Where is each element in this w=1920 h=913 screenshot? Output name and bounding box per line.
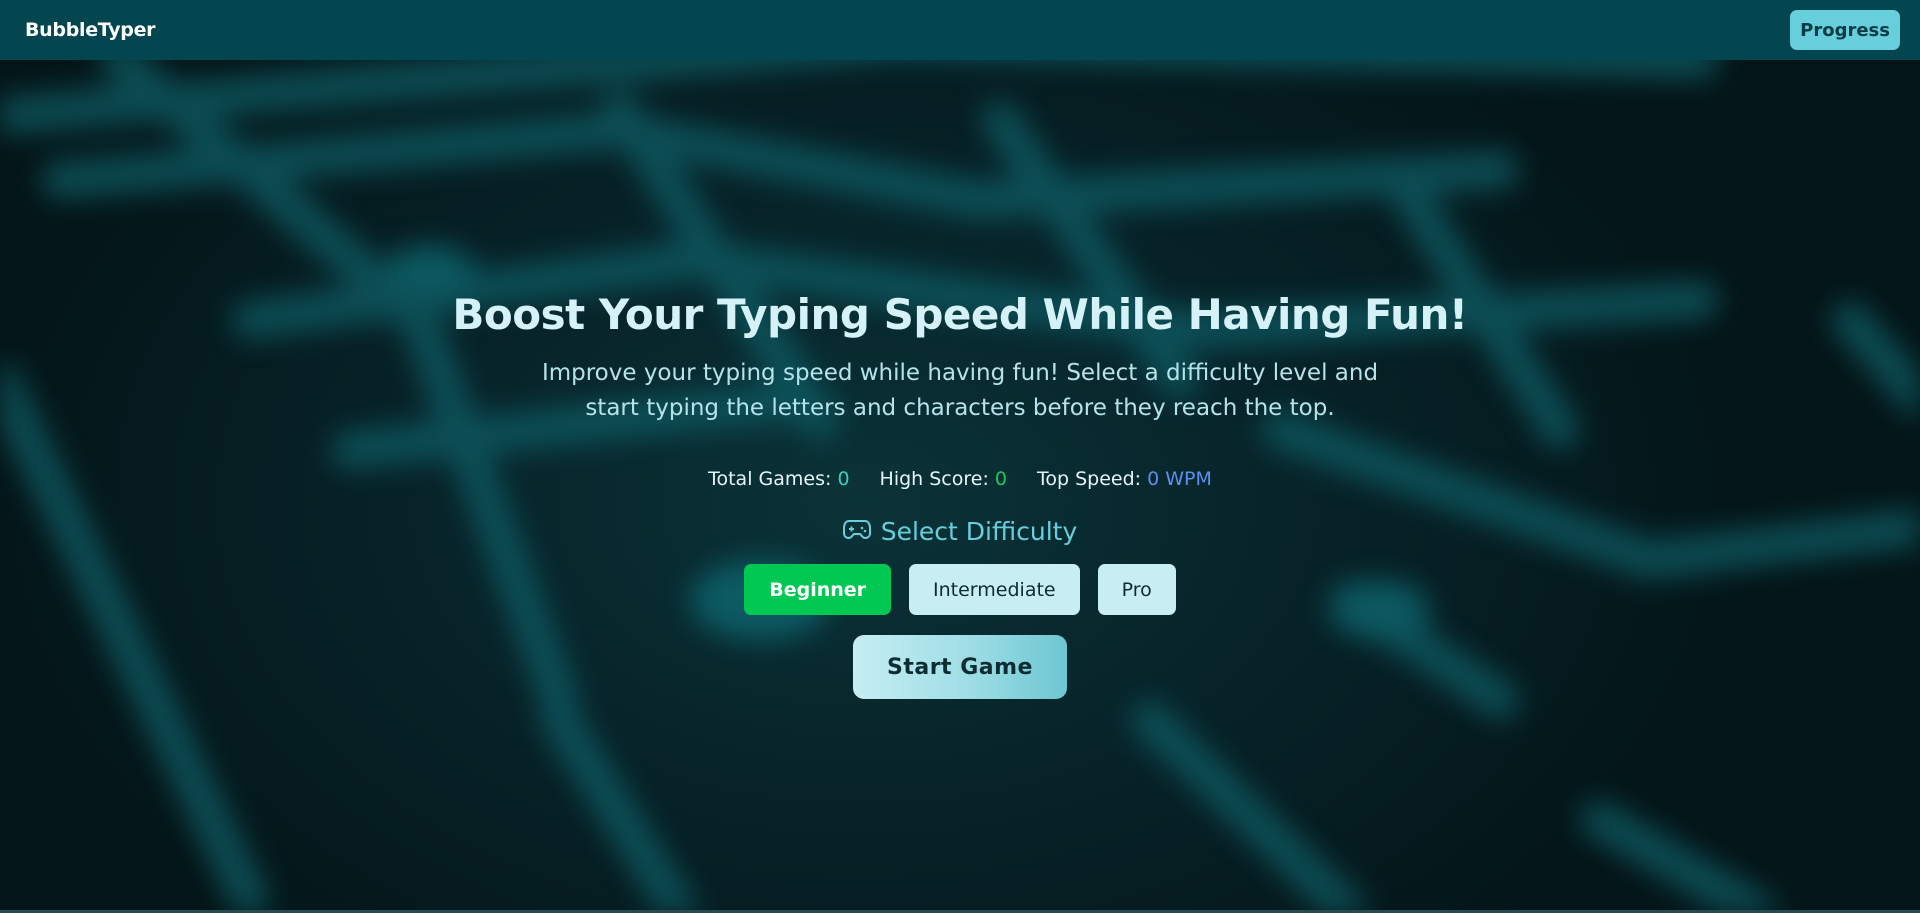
progress-button[interactable]: Progress bbox=[1790, 10, 1900, 50]
difficulty-heading: Select Difficulty bbox=[0, 517, 1920, 546]
difficulty-options: Beginner Intermediate Pro bbox=[0, 564, 1920, 615]
difficulty-beginner-button[interactable]: Beginner bbox=[744, 564, 892, 615]
difficulty-intermediate-button[interactable]: Intermediate bbox=[909, 564, 1080, 615]
page-subtitle: Improve your typing speed while having f… bbox=[541, 360, 1379, 421]
brand-logo[interactable]: BubbleTyper bbox=[25, 19, 156, 41]
start-game-button[interactable]: Start Game bbox=[853, 635, 1067, 699]
stat-total-games-label: Total Games: bbox=[708, 468, 832, 490]
stat-high-score: High Score: 0 bbox=[880, 468, 1007, 490]
stat-high-score-value: 0 bbox=[994, 468, 1007, 490]
stat-total-games: Total Games: 0 bbox=[708, 468, 849, 490]
stat-total-games-value: 0 bbox=[837, 468, 850, 490]
stat-top-speed-label: Top Speed: bbox=[1037, 468, 1142, 490]
difficulty-heading-label: Select Difficulty bbox=[880, 517, 1078, 546]
page-title: Boost Your Typing Speed While Having Fun… bbox=[452, 290, 1468, 339]
gamepad-icon bbox=[842, 517, 871, 546]
stats-bar: Total Games: 0 High Score: 0 Top Speed: … bbox=[0, 468, 1920, 490]
stat-top-speed-value: 0 WPM bbox=[1147, 468, 1212, 490]
difficulty-pro-button[interactable]: Pro bbox=[1097, 564, 1176, 615]
stat-top-speed: Top Speed: 0 WPM bbox=[1037, 468, 1212, 490]
hero-section: Boost Your Typing Speed While Having Fun… bbox=[0, 0, 1920, 913]
stat-high-score-label: High Score: bbox=[879, 468, 989, 490]
top-navbar: BubbleTyper Progress bbox=[0, 0, 1920, 60]
